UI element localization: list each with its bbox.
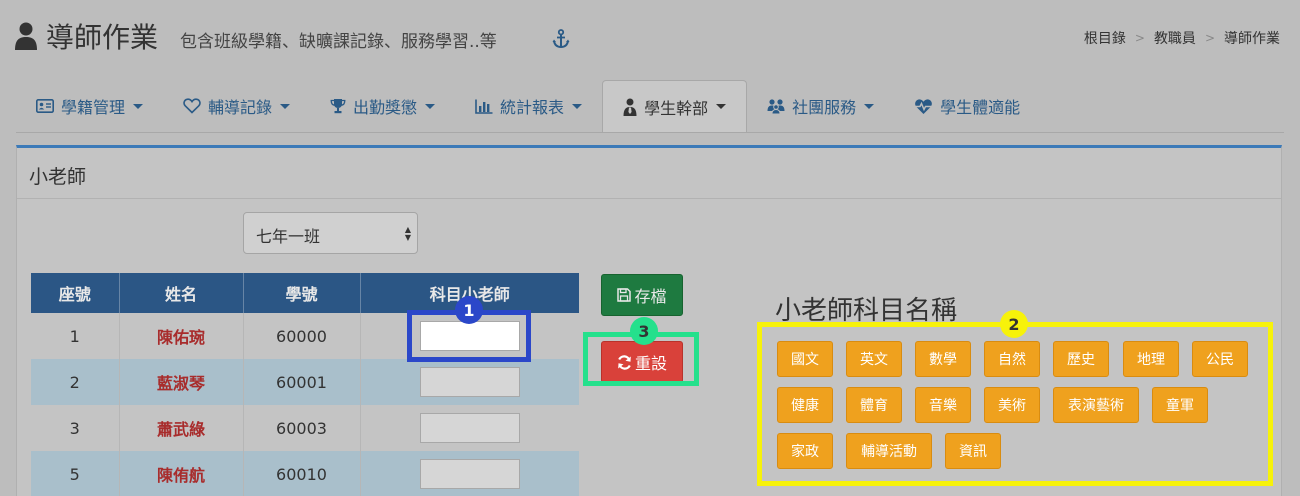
trophy-icon	[330, 99, 346, 114]
tab-student-cadres[interactable]: 學生幹部	[602, 80, 748, 132]
name-cell: 陳侑航	[119, 451, 244, 496]
annotation-highlight-subjects	[757, 322, 1273, 486]
tab-label: 學生幹部	[644, 98, 709, 118]
breadcrumb-separator: >	[1204, 31, 1215, 45]
heart-icon	[183, 98, 201, 114]
seat-cell: 5	[31, 451, 120, 496]
nav-tabs: 學籍管理 輔導記錄 出勤獎懲 統計報表 學生幹部 社團服務 學生體適能	[16, 80, 1040, 132]
table-row: 2 藍淑琴 60001	[31, 359, 579, 405]
student-id-cell: 60003	[243, 405, 361, 451]
annotation-badge-1: 1	[455, 296, 483, 324]
tab-label: 社團服務	[792, 98, 857, 117]
heartbeat-icon	[915, 98, 933, 114]
subject-tutor-input[interactable]	[419, 413, 520, 443]
tab-student-records[interactable]: 學籍管理	[16, 80, 163, 132]
select-arrows-icon: ▲ ▼	[404, 225, 411, 242]
table-header-row: 座號 姓名 學號 科目小老師	[31, 273, 579, 313]
page-header: 導師作業 包含班級學籍、缺曠課記錄、服務學習..等 根目錄 > 教職員 > 導師…	[0, 0, 1300, 72]
breadcrumb-item-root[interactable]: 根目錄	[1084, 28, 1126, 48]
floppy-disk-icon	[617, 288, 632, 302]
annotation-badge-3: 3	[630, 317, 658, 345]
panel-divider	[17, 198, 1281, 199]
subject-tutor-input[interactable]	[419, 459, 520, 489]
column-header-student-id: 學號	[243, 273, 361, 313]
bar-chart-icon	[475, 99, 493, 114]
chevron-down-icon	[572, 103, 583, 109]
tab-label: 出勤獎懲	[353, 98, 418, 117]
tab-club-service[interactable]: 社團服務	[747, 80, 894, 132]
class-select[interactable]: 七年一班 ▲ ▼	[243, 212, 418, 254]
tab-label: 統計報表	[500, 98, 565, 117]
column-header-name: 姓名	[119, 273, 244, 313]
subject-cell	[360, 359, 579, 405]
name-cell: 藍淑琴	[119, 359, 244, 405]
chevron-down-icon	[280, 103, 291, 109]
column-header-seat: 座號	[31, 273, 120, 313]
tab-label: 學籍管理	[61, 98, 126, 117]
table-row: 5 陳侑航 60010	[31, 451, 579, 496]
name-cell: 蕭武綠	[119, 405, 244, 451]
student-id-cell: 60000	[243, 313, 361, 359]
chevron-down-icon	[133, 103, 144, 109]
tab-label: 輔導記錄	[208, 98, 273, 117]
subject-cell	[360, 405, 579, 451]
student-id-cell: 60001	[243, 359, 361, 405]
seat-cell: 1	[31, 313, 120, 359]
chevron-down-icon	[425, 103, 436, 109]
user-icon	[15, 22, 37, 50]
breadcrumb-separator: >	[1134, 31, 1145, 45]
tab-statistics-reports[interactable]: 統計報表	[455, 80, 602, 132]
tab-counseling-records[interactable]: 輔導記錄	[163, 80, 310, 132]
group-icon	[767, 99, 785, 114]
student-table: 座號 姓名 學號 科目小老師 1 陳佑琬 60000 2 藍淑琴 60001 3…	[31, 273, 579, 496]
save-button-label: 存檔	[634, 287, 667, 306]
user-tie-icon	[623, 98, 637, 116]
page-subtitle: 包含班級學籍、缺曠課記錄、服務學習..等	[180, 32, 497, 52]
student-id-cell: 60010	[243, 451, 361, 496]
breadcrumb-item-staff[interactable]: 教職員	[1154, 28, 1196, 48]
subject-cell	[360, 451, 579, 496]
tab-attendance-awards[interactable]: 出勤獎懲	[310, 80, 455, 132]
anchor-icon[interactable]	[552, 29, 570, 49]
breadcrumb-item-current: 導師作業	[1224, 31, 1280, 47]
tabs-divider	[16, 132, 1284, 133]
chevron-down-icon	[716, 104, 727, 109]
id-card-icon	[36, 99, 54, 113]
breadcrumb: 根目錄 > 教職員 > 導師作業	[1084, 28, 1280, 48]
name-cell: 陳佑琬	[119, 313, 244, 359]
panel-title: 小老師	[29, 166, 87, 188]
chevron-down-icon	[864, 103, 875, 109]
class-select-value: 七年一班	[256, 227, 321, 246]
tab-physical-fitness[interactable]: 學生體適能	[894, 80, 1040, 132]
subject-tutor-input[interactable]	[419, 367, 520, 397]
save-button[interactable]: 存檔	[601, 274, 683, 316]
tab-label: 學生體適能	[940, 98, 1021, 117]
page-title: 導師作業	[46, 21, 159, 54]
seat-cell: 2	[31, 359, 120, 405]
seat-cell: 3	[31, 405, 120, 451]
table-row: 3 蕭武綠 60003	[31, 405, 579, 451]
annotation-badge-2: 2	[1000, 310, 1028, 338]
